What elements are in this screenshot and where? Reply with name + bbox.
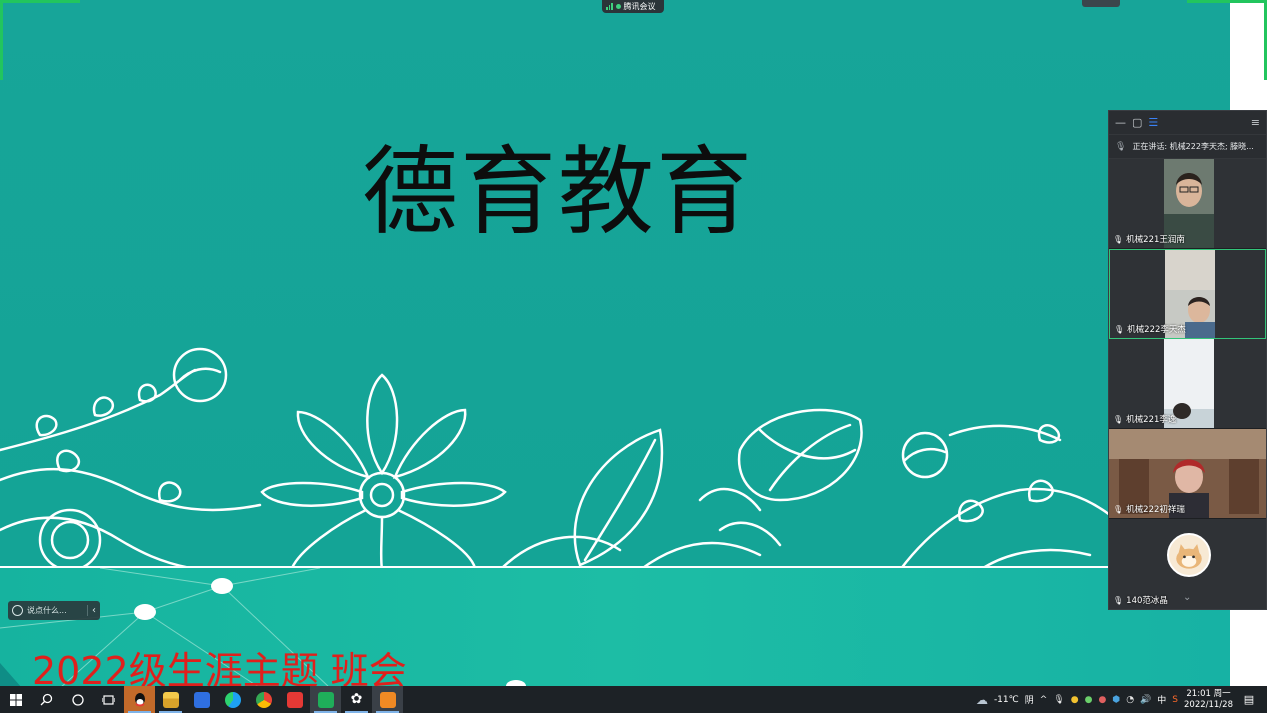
participant-tile[interactable]: 🎙 机械221王润南 bbox=[1109, 159, 1266, 249]
tencent-meeting-icon bbox=[317, 691, 334, 708]
taskbar-app-edge[interactable] bbox=[217, 686, 248, 713]
participant-name: 机械222李天杰 bbox=[1127, 325, 1186, 335]
share-frame-corner bbox=[0, 0, 3, 80]
participant-label: 🎙 机械221王润南 bbox=[1113, 233, 1185, 246]
participant-label: 🎙 140范冰晶 bbox=[1113, 594, 1168, 607]
participants-panel: — ▢ ☰ ≡ 🎙 正在讲话: 机械222李天杰; 滕晓... 🎙 机械221王… bbox=[1108, 110, 1267, 610]
volume-icon[interactable]: 🔊 bbox=[1140, 695, 1151, 705]
chat-input-bar[interactable]: 说点什么... ‹ bbox=[8, 601, 100, 620]
cloud-icon: ☁ bbox=[975, 692, 988, 707]
meeting-app-name: 腾讯会议 bbox=[623, 2, 656, 11]
tray-app-icon[interactable]: ● bbox=[1071, 695, 1079, 705]
participant-name: 机械221李逸 bbox=[1126, 415, 1177, 425]
task-view-icon bbox=[102, 694, 115, 705]
screen: 德育教育 2022级生涯主题 班会 腾讯会议 — ▢ ☰ ≡ 🎙 正在讲话: 机… bbox=[0, 0, 1267, 713]
signal-strength-icon bbox=[606, 3, 613, 10]
chevron-left-icon[interactable]: ‹ bbox=[92, 605, 96, 616]
sogou-icon[interactable]: S bbox=[1172, 695, 1178, 705]
taskbar-app-video-player[interactable] bbox=[372, 686, 403, 713]
task-view-button[interactable] bbox=[93, 686, 124, 713]
chevron-down-icon[interactable]: ⌄ bbox=[1183, 592, 1191, 603]
gear-icon: ✿ bbox=[350, 691, 363, 707]
weather-temp[interactable]: -11℃ bbox=[994, 695, 1019, 705]
microphone-icon[interactable]: 🎙 bbox=[1053, 695, 1064, 705]
clock[interactable]: 21:01 周一 2022/11/28 bbox=[1184, 689, 1233, 711]
qq-icon bbox=[134, 692, 145, 706]
minimize-icon[interactable]: — bbox=[1115, 111, 1126, 135]
participant-tile[interactable]: 🎙 机械222初祥瑞 bbox=[1109, 429, 1266, 519]
panel-toolbar: — ▢ ☰ ≡ bbox=[1109, 111, 1266, 135]
taskbar-app-tencent-meeting[interactable] bbox=[310, 686, 341, 713]
participant-name: 机械221王润南 bbox=[1126, 235, 1185, 245]
participant-name: 140范冰晶 bbox=[1126, 596, 1168, 606]
system-tray: ☁ -11℃ 阴 ^ 🎙 ● ● ● ⬢ ◔ 🔊 中 S 21:01 周一 20… bbox=[976, 686, 1267, 713]
cortana-icon bbox=[71, 693, 84, 706]
microphone-icon: 🎙 bbox=[1114, 324, 1125, 334]
microphone-muted-icon: 🎙 bbox=[1113, 595, 1124, 605]
windows-taskbar: ✿ ☁ -11℃ 阴 ^ 🎙 ● ● ● ⬢ ◔ 🔊 中 S 21:01 周一 … bbox=[0, 686, 1267, 713]
participant-label: 🎙 机械222李天杰 bbox=[1114, 323, 1186, 336]
taskbar-app-settings[interactable]: ✿ bbox=[341, 686, 372, 713]
network-icon[interactable]: ◔ bbox=[1126, 695, 1134, 705]
share-frame-corner bbox=[0, 0, 80, 3]
clock-date: 2022/11/28 bbox=[1184, 699, 1233, 710]
windows-logo-icon bbox=[9, 693, 22, 706]
right-edge-area bbox=[1230, 0, 1267, 110]
taskbar-app-qq[interactable] bbox=[124, 686, 155, 713]
taskbar-app-wps[interactable] bbox=[279, 686, 310, 713]
window-icon[interactable]: ▢ bbox=[1132, 111, 1142, 135]
play-icon bbox=[379, 691, 396, 708]
tray-app-icon[interactable]: ● bbox=[1085, 695, 1093, 705]
participant-name: 机械222初祥瑞 bbox=[1126, 505, 1185, 515]
chat-placeholder[interactable]: 说点什么... bbox=[27, 605, 83, 616]
microphone-muted-icon: 🎙 bbox=[1113, 504, 1124, 514]
menu-icon[interactable]: ≡ bbox=[1251, 111, 1260, 135]
folder-icon bbox=[162, 691, 179, 708]
start-button[interactable] bbox=[0, 686, 31, 713]
microphone-icon: 🎙 bbox=[1113, 234, 1124, 244]
emoji-icon[interactable] bbox=[12, 605, 23, 616]
search-icon bbox=[40, 693, 53, 706]
microphone-icon: 🎙 bbox=[1115, 141, 1127, 152]
notification-icon[interactable]: ▤ bbox=[1239, 686, 1259, 713]
slide-title: 德育教育 bbox=[362, 136, 754, 248]
weather-condition[interactable]: 阴 bbox=[1025, 693, 1034, 706]
share-frame-corner bbox=[1187, 0, 1267, 3]
speaking-text: 正在讲话: 机械222李天杰; 滕晓... bbox=[1132, 142, 1254, 151]
search-button[interactable] bbox=[31, 686, 62, 713]
chevron-up-icon[interactable]: ^ bbox=[1040, 695, 1048, 705]
clock-time: 21:01 周一 bbox=[1186, 688, 1231, 699]
taskbar-app-feishu[interactable] bbox=[186, 686, 217, 713]
feishu-icon bbox=[193, 691, 210, 708]
slide-subtitle: 2022级生涯主题 班会 bbox=[32, 649, 407, 688]
shield-icon[interactable]: ⬢ bbox=[1112, 695, 1120, 705]
taskbar-app-chrome[interactable] bbox=[248, 686, 279, 713]
flower-line-art bbox=[0, 347, 1110, 570]
speaking-indicator: 🎙 正在讲话: 机械222李天杰; 滕晓... bbox=[1109, 135, 1266, 159]
microphone-muted-icon: 🎙 bbox=[1113, 414, 1124, 424]
list-view-icon[interactable]: ☰ bbox=[1148, 111, 1158, 135]
wps-icon bbox=[286, 691, 303, 708]
cortana-button[interactable] bbox=[62, 686, 93, 713]
chrome-icon bbox=[255, 691, 272, 708]
participant-tile[interactable]: 🎙 140范冰晶 ⌄ bbox=[1109, 519, 1266, 609]
shared-slide: 德育教育 2022级生涯主题 班会 bbox=[0, 0, 1230, 688]
divider bbox=[87, 605, 88, 616]
top-right-control-pill[interactable] bbox=[1082, 0, 1120, 7]
participant-tile[interactable]: 🎙 机械222李天杰 bbox=[1109, 249, 1266, 339]
taskbar-app-file-explorer[interactable] bbox=[155, 686, 186, 713]
recording-dot-icon bbox=[615, 4, 621, 9]
participant-label: 🎙 机械222初祥瑞 bbox=[1113, 503, 1185, 516]
participant-label: 🎙 机械221李逸 bbox=[1113, 413, 1177, 426]
avatar bbox=[1167, 533, 1211, 577]
ime-indicator[interactable]: 中 bbox=[1157, 693, 1166, 706]
tray-app-icon[interactable]: ● bbox=[1098, 695, 1106, 705]
meeting-status-pill[interactable]: 腾讯会议 bbox=[602, 0, 664, 13]
edge-icon bbox=[224, 691, 241, 708]
participant-tile[interactable]: 🎙 机械221李逸 bbox=[1109, 339, 1266, 429]
